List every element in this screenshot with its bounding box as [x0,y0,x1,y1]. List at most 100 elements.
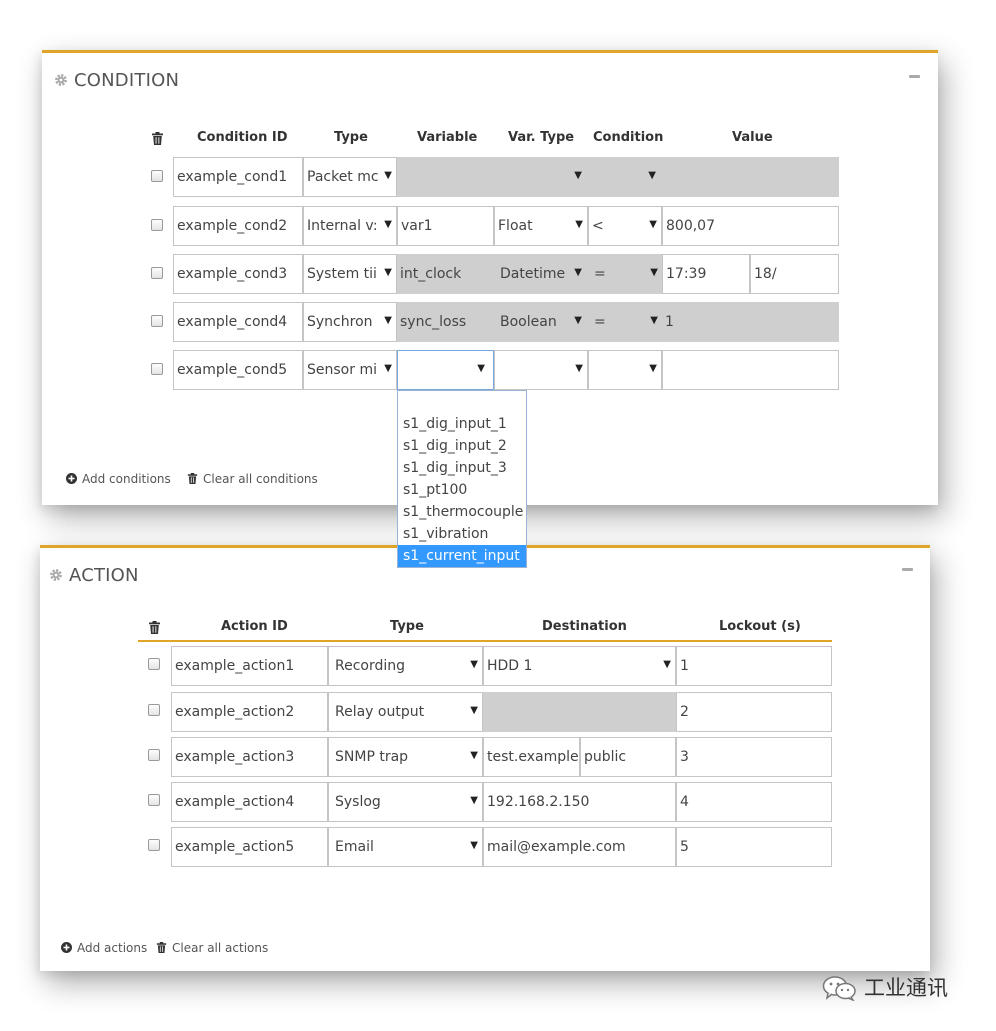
dropdown-arrow-icon: ▼ [384,315,392,326]
destination-input[interactable]: 192.168.2.150 [483,782,676,822]
condition-id-input[interactable]: example_cond1 [173,157,303,197]
row-checkbox[interactable] [151,363,163,375]
value-date-input[interactable]: 18/ [750,254,839,294]
action-id-input[interactable]: example_action5 [171,827,328,867]
dropdown-option[interactable]: s1_dig_input_3 [398,457,526,479]
dropdown-arrow-icon: ▼ [649,363,657,374]
add-actions-button[interactable]: Add actions [61,941,147,955]
disabled-destination [483,692,676,732]
type-select[interactable]: Packet mc ▼ [303,157,397,197]
dropdown-option[interactable]: s1_vibration [398,523,526,545]
dropdown-option[interactable]: s1_dig_input_2 [398,435,526,457]
dropdown-arrow-icon: ▼ [574,170,582,181]
type-select[interactable]: Internal v: ▼ [303,206,397,246]
var-type-select[interactable]: Float ▼ [494,206,588,246]
condition-id-input[interactable]: example_cond3 [173,254,303,294]
value-input[interactable]: 800,07 [662,206,839,246]
dropdown-option[interactable]: s1_dig_input_1 [398,413,526,435]
row-checkbox[interactable] [151,267,163,279]
action-id-input[interactable]: example_action3 [171,737,328,777]
condition-select[interactable]: ▼ [586,157,660,197]
type-select-value: Packet mc [307,169,379,185]
type-select-value: Sensor mi [307,362,377,378]
condition-select[interactable]: = ▼ [591,302,662,342]
variable-input[interactable]: var1 [397,206,494,246]
destination-input[interactable]: mail@example.com [483,827,676,867]
value-time-input[interactable]: 17:39 [662,254,750,294]
row-checkbox[interactable] [148,704,160,716]
condition-value: = [594,314,606,330]
collapse-icon[interactable] [902,568,913,571]
row-checkbox[interactable] [148,749,160,761]
row-checkbox[interactable] [151,170,163,182]
action-id-input[interactable]: example_action2 [171,692,328,732]
clear-all-conditions-label: Clear all conditions [203,472,318,486]
dropdown-arrow-icon: ▼ [384,267,392,278]
trash-icon[interactable] [149,621,160,634]
type-select[interactable]: Synchron ▼ [303,302,397,342]
dropdown-arrow-icon: ▼ [477,363,485,374]
destination-community-input[interactable]: public [580,737,676,777]
dropdown-arrow-icon: ▼ [470,659,478,670]
condition-value: < [592,218,604,234]
var-type-select[interactable]: Boolean ▼ [497,302,586,342]
condition-select[interactable]: = ▼ [591,254,662,294]
dropdown-arrow-icon: ▼ [574,267,582,278]
dropdown-arrow-icon: ▼ [650,315,658,326]
destination-select[interactable]: HDD 1 ▼ [483,646,676,686]
destination-host-input[interactable]: test.example [483,737,580,777]
row-checkbox[interactable] [148,839,160,851]
add-conditions-button[interactable]: Add conditions [66,472,171,486]
lockout-input[interactable]: 5 [676,827,832,867]
variable-select[interactable]: ▼ [397,350,494,390]
lockout-input[interactable]: 4 [676,782,832,822]
action-type-select[interactable]: Syslog ▼ [328,782,483,822]
action-type-select[interactable]: Recording ▼ [328,646,483,686]
row-checkbox[interactable] [151,315,163,327]
dropdown-option[interactable]: s1_current_input [398,545,526,567]
action-panel: ACTION Action ID Type Destination Lockou… [40,545,930,971]
condition-select[interactable]: < ▼ [588,206,662,246]
value-input[interactable] [662,350,839,390]
dropdown-arrow-icon: ▼ [470,795,478,806]
lockout-input[interactable]: 2 [676,692,832,732]
action-type-select[interactable]: Email ▼ [328,827,483,867]
condition-id-input[interactable]: example_cond5 [173,350,303,390]
action-title-text: ACTION [69,565,139,586]
var-type-select[interactable]: Datetime ▼ [497,254,586,294]
row-checkbox[interactable] [148,658,160,670]
clear-all-actions-button[interactable]: Clear all actions [156,941,268,955]
action-type-select[interactable]: Relay output ▼ [328,692,483,732]
gear-icon [54,73,68,87]
var-type-value: Boolean [500,314,557,330]
action-id-input[interactable]: example_action1 [171,646,328,686]
dropdown-arrow-icon: ▼ [470,705,478,716]
watermark: 工业通讯 [822,972,948,1002]
condition-select[interactable]: ▼ [588,350,662,390]
var-type-select[interactable]: ▼ [494,157,586,197]
dropdown-arrow-icon: ▼ [648,170,656,181]
collapse-icon[interactable] [909,75,920,78]
header-condition-id: Condition ID [197,130,288,145]
condition-id-input[interactable]: example_cond4 [173,302,303,342]
var-type-select[interactable]: ▼ [494,350,588,390]
type-select[interactable]: System tii ▼ [303,254,397,294]
dropdown-option[interactable]: s1_thermocouple [398,501,526,523]
condition-id-input[interactable]: example_cond2 [173,206,303,246]
dropdown-option[interactable]: s1_pt100 [398,479,526,501]
action-type-select[interactable]: SNMP trap ▼ [328,737,483,777]
trash-icon[interactable] [152,132,163,145]
row-checkbox[interactable] [148,794,160,806]
type-select[interactable]: Sensor mi ▼ [303,350,397,390]
lockout-input[interactable]: 3 [676,737,832,777]
condition-panel-title: CONDITION [54,70,179,91]
action-id-input[interactable]: example_action4 [171,782,328,822]
clear-all-conditions-button[interactable]: Clear all conditions [187,472,318,486]
type-select-value: System tii [307,266,377,282]
variable-field: int_clock [400,266,462,282]
row-checkbox[interactable] [151,219,163,231]
lockout-input[interactable]: 1 [676,646,832,686]
header-var-type: Var. Type [508,130,575,145]
dropdown-arrow-icon: ▼ [470,750,478,761]
dropdown-arrow-icon: ▼ [575,219,583,230]
